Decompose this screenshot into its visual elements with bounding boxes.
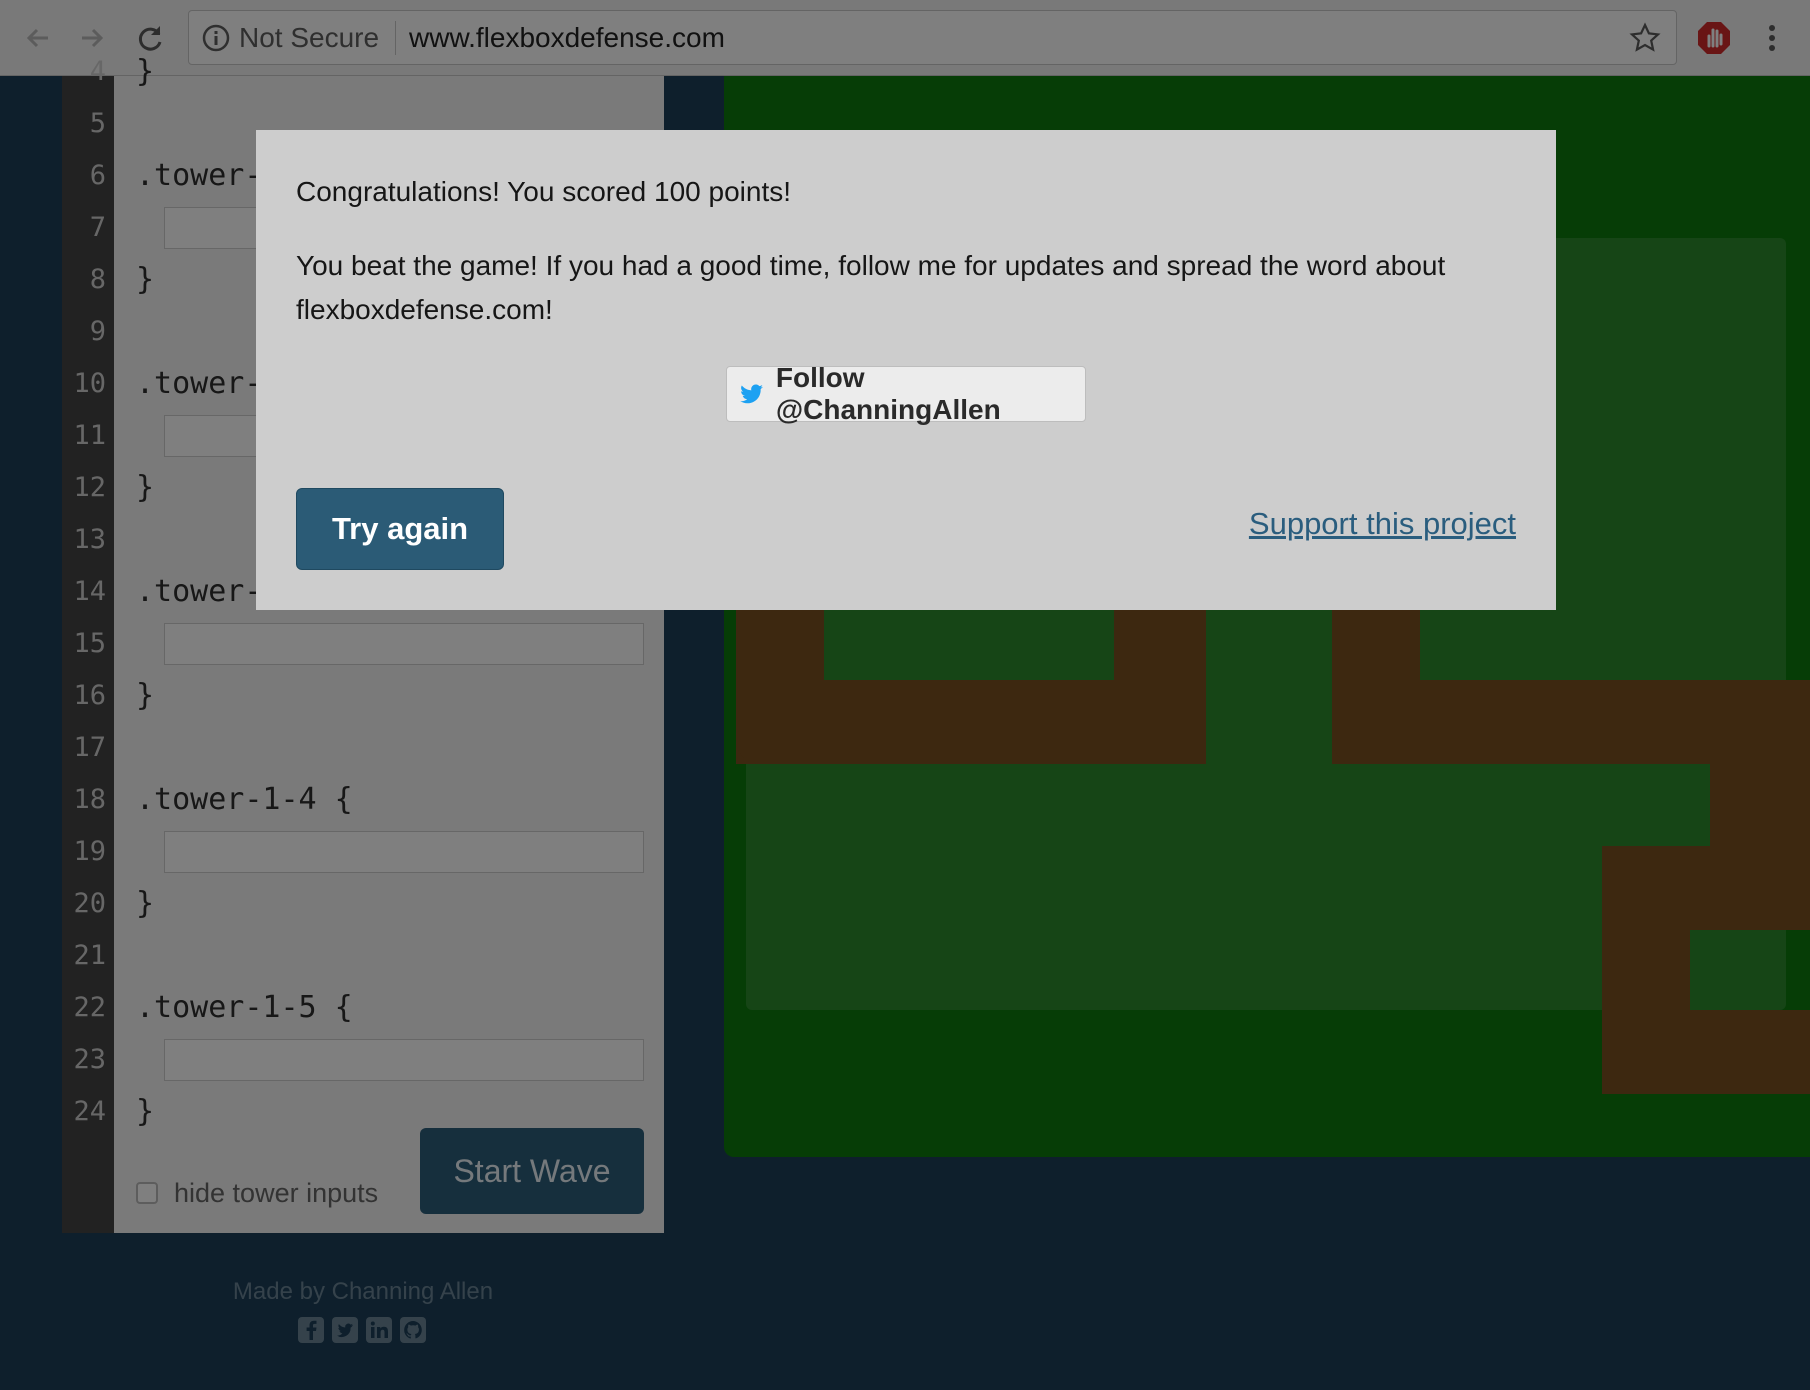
twitter-bird-icon	[740, 384, 763, 404]
try-again-button[interactable]: Try again	[296, 488, 504, 570]
follow-label: Follow @ChanningAllen	[775, 362, 1001, 425]
game-over-modal: Congratulations! You scored 100 points! …	[256, 130, 1556, 610]
score-message: Congratulations! You scored 100 points!	[296, 176, 792, 207]
win-message: You beat the game! If you had a good tim…	[296, 250, 1446, 325]
twitter-follow-button[interactable]: Follow @ChanningAllen	[726, 362, 1086, 425]
support-project-link[interactable]: Support this project	[1249, 506, 1516, 542]
